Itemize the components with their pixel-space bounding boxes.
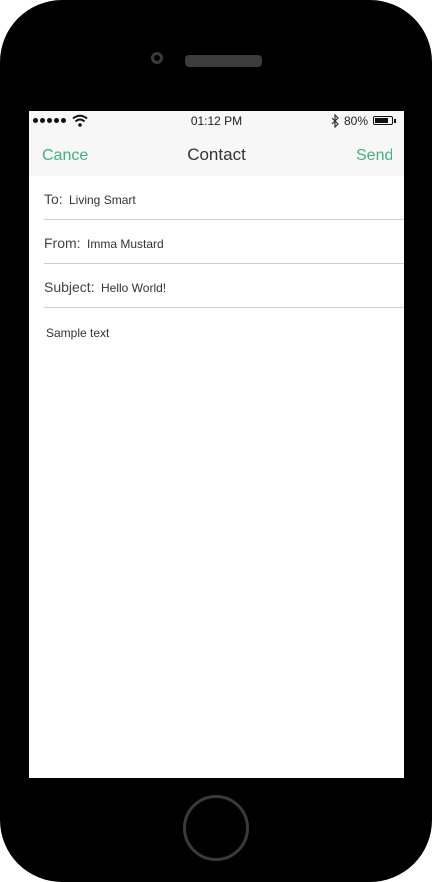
speaker-grille [185,55,262,67]
phone-frame: 01:12 PM 80% Cance Contact Send To: Livi… [0,0,432,882]
from-label: From: [44,235,81,251]
subject-label: Subject: [44,279,95,295]
send-button[interactable]: Send [356,147,392,165]
bluetooth-icon [331,114,339,128]
to-input[interactable]: Living Smart [69,193,136,207]
camera-icon [151,52,163,64]
from-field[interactable]: From: Imma Mustard [44,220,404,264]
battery-icon [373,116,393,125]
home-button[interactable] [183,795,249,861]
message-body[interactable]: Sample text [46,326,109,340]
battery-tip [394,119,396,123]
status-bar: 01:12 PM 80% [29,111,404,131]
navigation-bar: Cance Contact Send [29,131,404,176]
screen: 01:12 PM 80% Cance Contact Send To: Livi… [29,111,404,778]
to-field[interactable]: To: Living Smart [44,176,404,220]
page-title: Contact [187,145,246,164]
subject-input[interactable]: Hello World! [101,281,166,295]
to-label: To: [44,191,63,207]
subject-field[interactable]: Subject: Hello World! [44,264,404,308]
battery-fill [375,118,388,123]
from-input[interactable]: Imma Mustard [87,237,164,251]
battery-percent: 80% [344,114,369,128]
